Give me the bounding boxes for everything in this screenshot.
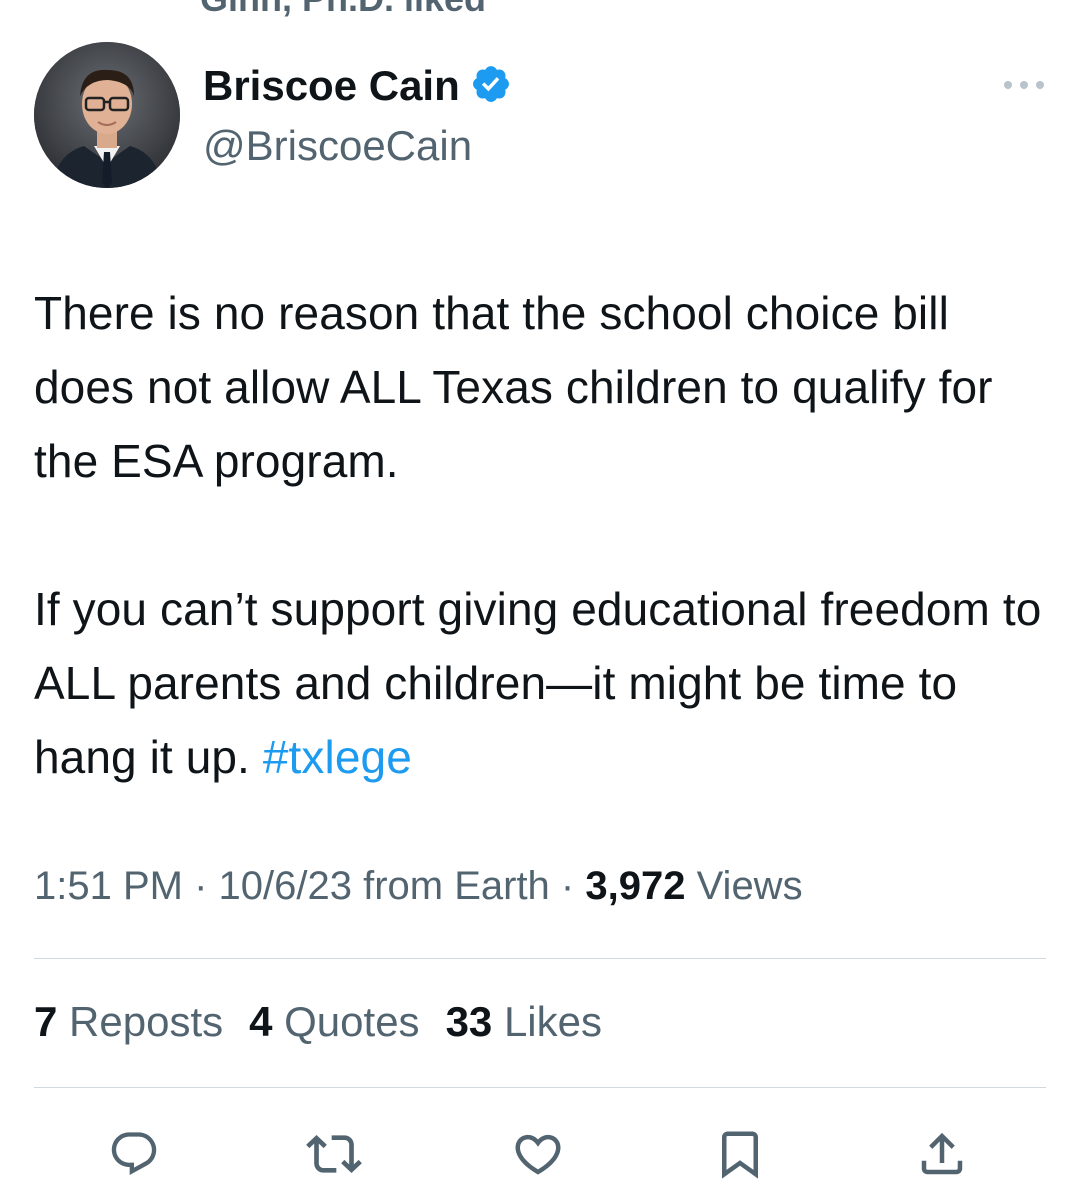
likes-label: Likes [503, 998, 603, 1045]
meta-separator: · [182, 864, 219, 908]
likes-count: 33 [445, 998, 493, 1045]
author-name-row: Briscoe Cain [203, 62, 512, 110]
reply-button[interactable] [104, 1124, 164, 1184]
heart-icon [515, 1134, 561, 1175]
verified-badge-icon [470, 63, 512, 110]
tweet-time[interactable]: 1:51 PM [34, 864, 183, 908]
quotes-count: 4 [249, 998, 273, 1045]
tweet-paragraph-1: There is no reason that the school choic… [34, 287, 993, 487]
author-display-name[interactable]: Briscoe Cain [203, 62, 460, 110]
tweet-date-source[interactable]: 10/6/23 from Earth [219, 864, 550, 908]
reposts-count: 7 [34, 998, 58, 1045]
like-button[interactable] [508, 1124, 568, 1184]
more-horizontal-icon [1004, 81, 1044, 89]
bookmark-icon [722, 1131, 758, 1179]
hashtag-link[interactable]: #txlege [263, 731, 412, 783]
tweet-paragraph-2: If you can’t support giving educational … [34, 572, 1044, 794]
tweet-meta: 1:51 PM · 10/6/23 from Earth · 3,972 Vie… [34, 864, 803, 909]
quotes-label: Quotes [284, 998, 420, 1045]
more-options-button[interactable] [996, 70, 1052, 100]
reply-icon [111, 1132, 157, 1176]
reposts-stat[interactable]: 7 Reposts [34, 998, 223, 1046]
engagement-stats: 7 Reposts 4 Quotes 33 Likes [34, 998, 602, 1046]
views-label: Views [696, 864, 803, 908]
repost-icon [306, 1135, 362, 1173]
share-icon [921, 1132, 963, 1175]
tweet-action-bar [0, 1124, 1080, 1184]
social-context-text[interactable]: Ginn, Ph.D. liked [200, 0, 486, 20]
reposts-label: Reposts [69, 998, 224, 1045]
author-handle[interactable]: @BriscoeCain [203, 122, 472, 170]
repost-button[interactable] [304, 1124, 364, 1184]
meta-separator: · [549, 864, 586, 908]
tweet-paragraph-2-text: If you can’t support giving educational … [34, 583, 1042, 783]
likes-stat[interactable]: 33 Likes [446, 998, 602, 1046]
avatar[interactable] [34, 42, 180, 188]
tweet-text: There is no reason that the school choic… [34, 276, 1044, 794]
views-count: 3,972 [585, 864, 686, 908]
share-button[interactable] [912, 1124, 972, 1184]
divider [34, 1087, 1046, 1088]
avatar-image [34, 42, 180, 188]
bookmark-button[interactable] [710, 1124, 770, 1184]
divider [34, 958, 1046, 959]
quotes-stat[interactable]: 4 Quotes [249, 998, 419, 1046]
